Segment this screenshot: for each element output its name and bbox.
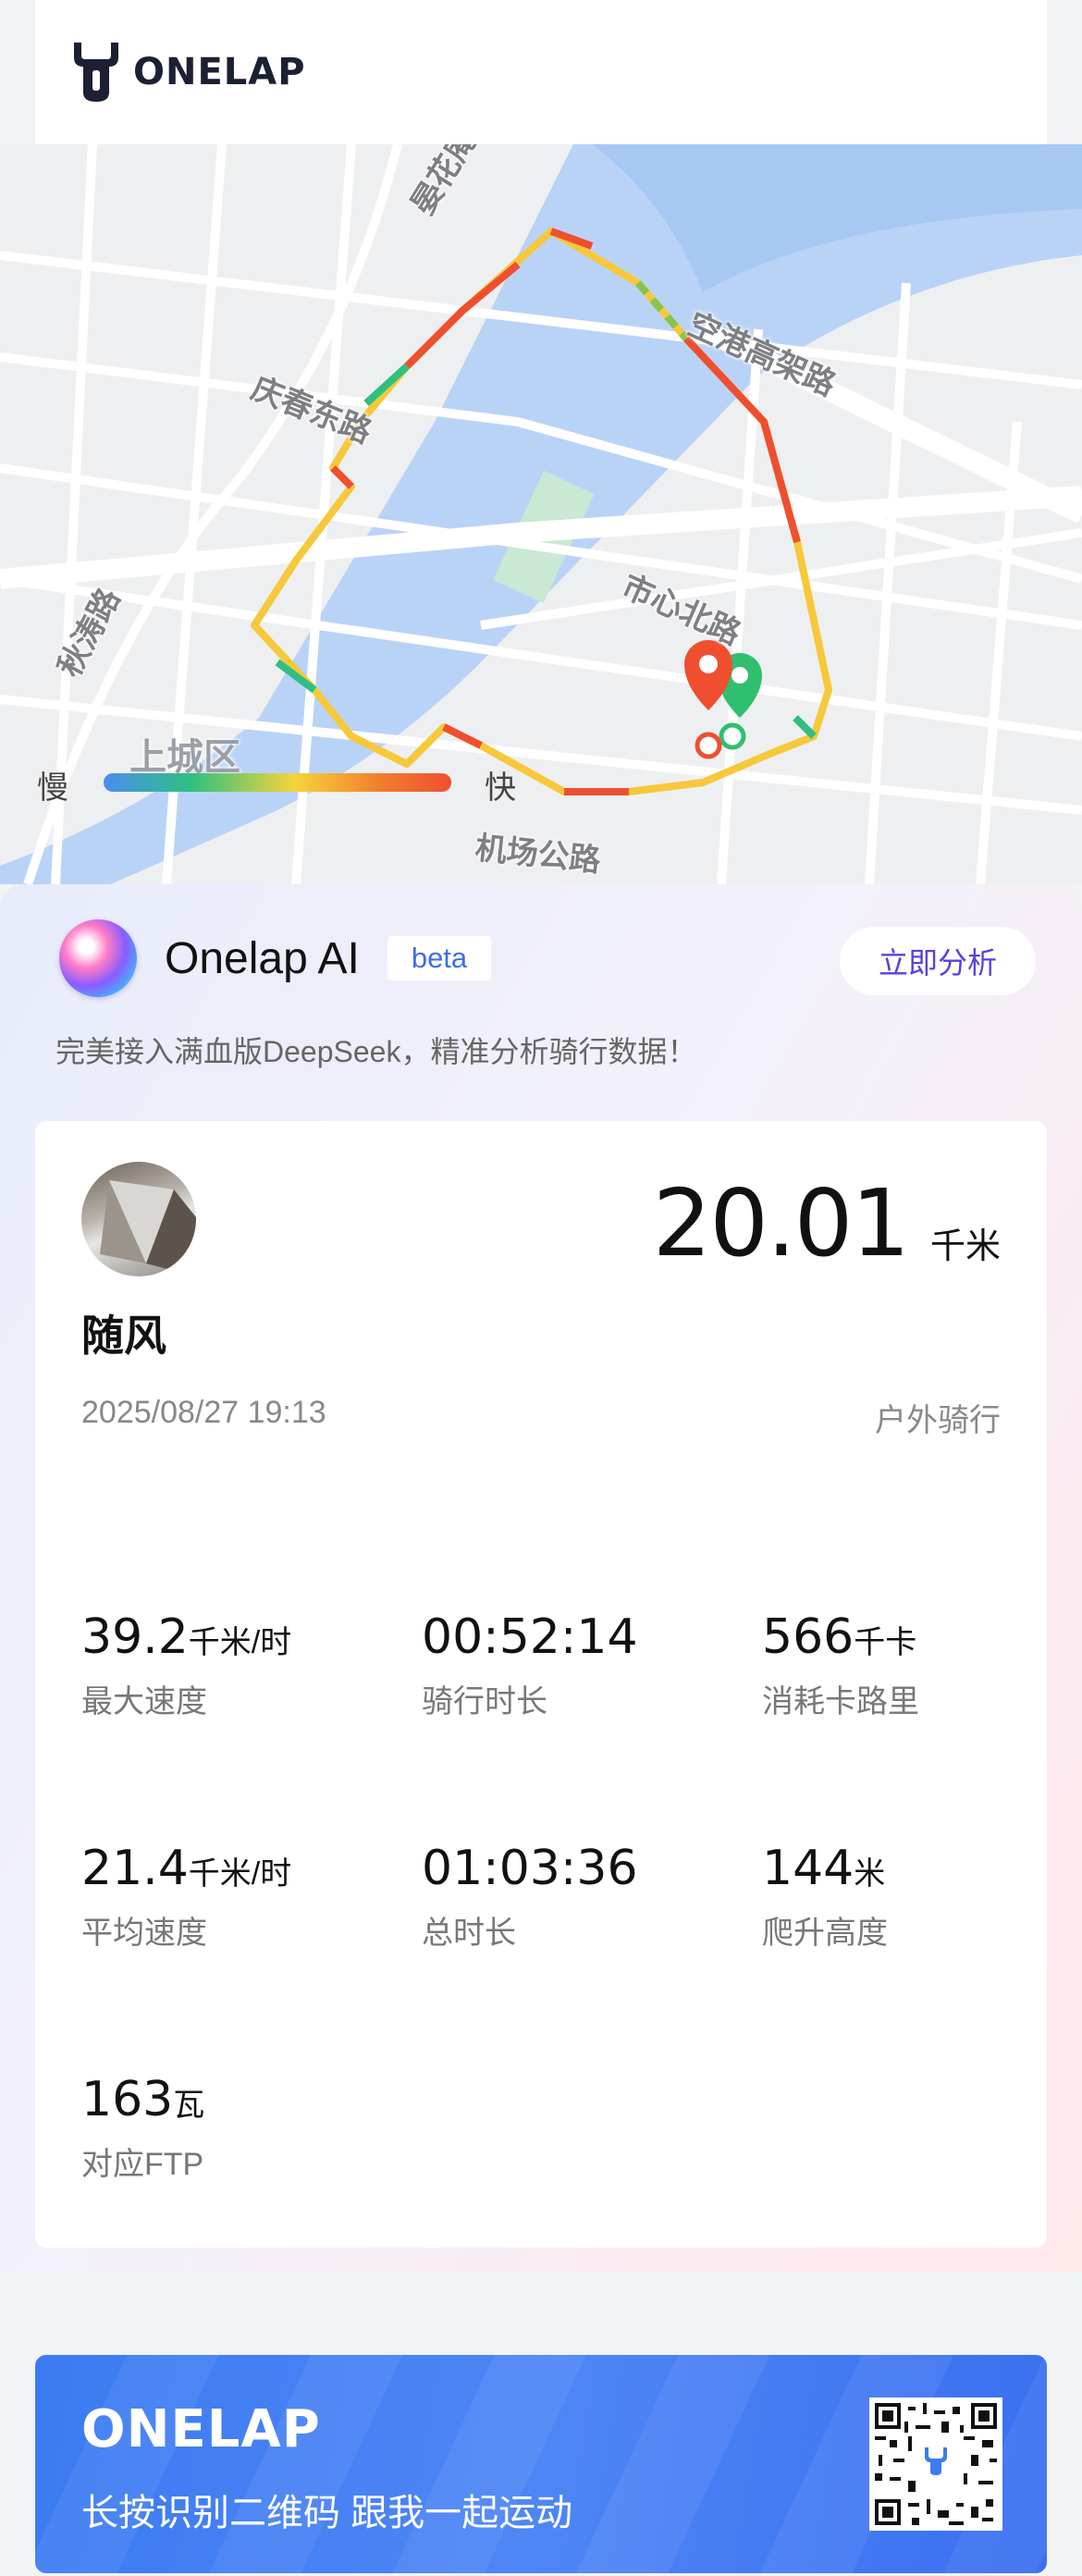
stat-value: 39.2千米/时 [81, 1609, 292, 1665]
distance-unit: 千米 [929, 1227, 1001, 1266]
avatar[interactable] [81, 1162, 196, 1276]
qr-code-icon [875, 2403, 997, 2525]
username: 随风 [81, 1312, 166, 1360]
ai-description: 完美接入满血版DeepSeek，精准分析骑行数据！ [55, 1035, 697, 1068]
legend-fast-label: 快 [485, 770, 516, 807]
stat-ride-duration: 00:52:14 骑行时长 [422, 1609, 736, 1721]
beta-badge: beta [387, 936, 492, 980]
stat-label: 骑行时长 [422, 1684, 547, 1719]
stat-label: 平均速度 [81, 1916, 207, 1951]
bull-logo-icon [74, 43, 118, 102]
stat-label: 爬升高度 [762, 1916, 888, 1951]
stat-value: 144米 [762, 1841, 886, 1896]
avatar-image [100, 1180, 196, 1276]
stat-value: 21.4千米/时 [81, 1841, 292, 1896]
distance-value: 20.01 [652, 1169, 910, 1277]
stat-label: 总时长 [422, 1916, 516, 1951]
stat-max-speed: 39.2千米/时 最大速度 [81, 1609, 396, 1721]
stat-avg-speed: 21.4千米/时 平均速度 [81, 1841, 396, 1953]
stat-label: 最大速度 [81, 1684, 207, 1719]
stat-value: 01:03:36 [422, 1841, 638, 1896]
stat-value: 566千卡 [762, 1609, 917, 1665]
legend-slow-label: 慢 [37, 770, 68, 807]
ride-summary-card: 20.01 千米 随风 2025/08/27 19:13 户外骑行 39.2千米… [35, 1121, 1047, 2248]
ride-datetime: 2025/08/27 19:13 [81, 1395, 326, 1430]
qr-code[interactable] [869, 2397, 1002, 2531]
route-map[interactable]: 晏花庵路 庆春东路 空港高架路 市心北路 秋涛路 上城区 机场公路 慢 快 [0, 144, 1082, 884]
stat-ftp: 163瓦 对应FTP [81, 2072, 396, 2184]
stat-value: 00:52:14 [422, 1609, 638, 1665]
stat-total-duration: 01:03:36 总时长 [422, 1841, 736, 1953]
speed-legend-bar [104, 773, 451, 792]
banner-tagline: 长按识别二维码 跟我一起运动 [81, 2493, 573, 2533]
onelap-ai-orb-icon [59, 919, 137, 997]
share-banner: ONELAP 长按识别二维码 跟我一起运动 [35, 2355, 1047, 2573]
stat-elevation-gain: 144米 爬升高度 [762, 1841, 1076, 1953]
ai-header: Onelap AI beta [59, 919, 492, 997]
analyze-now-button[interactable]: 立即分析 [840, 927, 1036, 995]
stat-value: 163瓦 [81, 2072, 205, 2127]
stat-label: 消耗卡路里 [762, 1684, 919, 1719]
banner-brand: ONELAP [81, 2399, 321, 2459]
stat-calories: 566千卡 消耗卡路里 [762, 1609, 1076, 1721]
brand-name: ONELAP [133, 51, 306, 93]
onelap-logo: ONELAP [68, 39, 306, 105]
stat-label: 对应FTP [81, 2147, 204, 2182]
app-header: ONELAP [35, 0, 1047, 144]
ride-type: 户外骑行 [875, 1403, 1001, 1438]
ai-title: Onelap AI [165, 933, 360, 983]
